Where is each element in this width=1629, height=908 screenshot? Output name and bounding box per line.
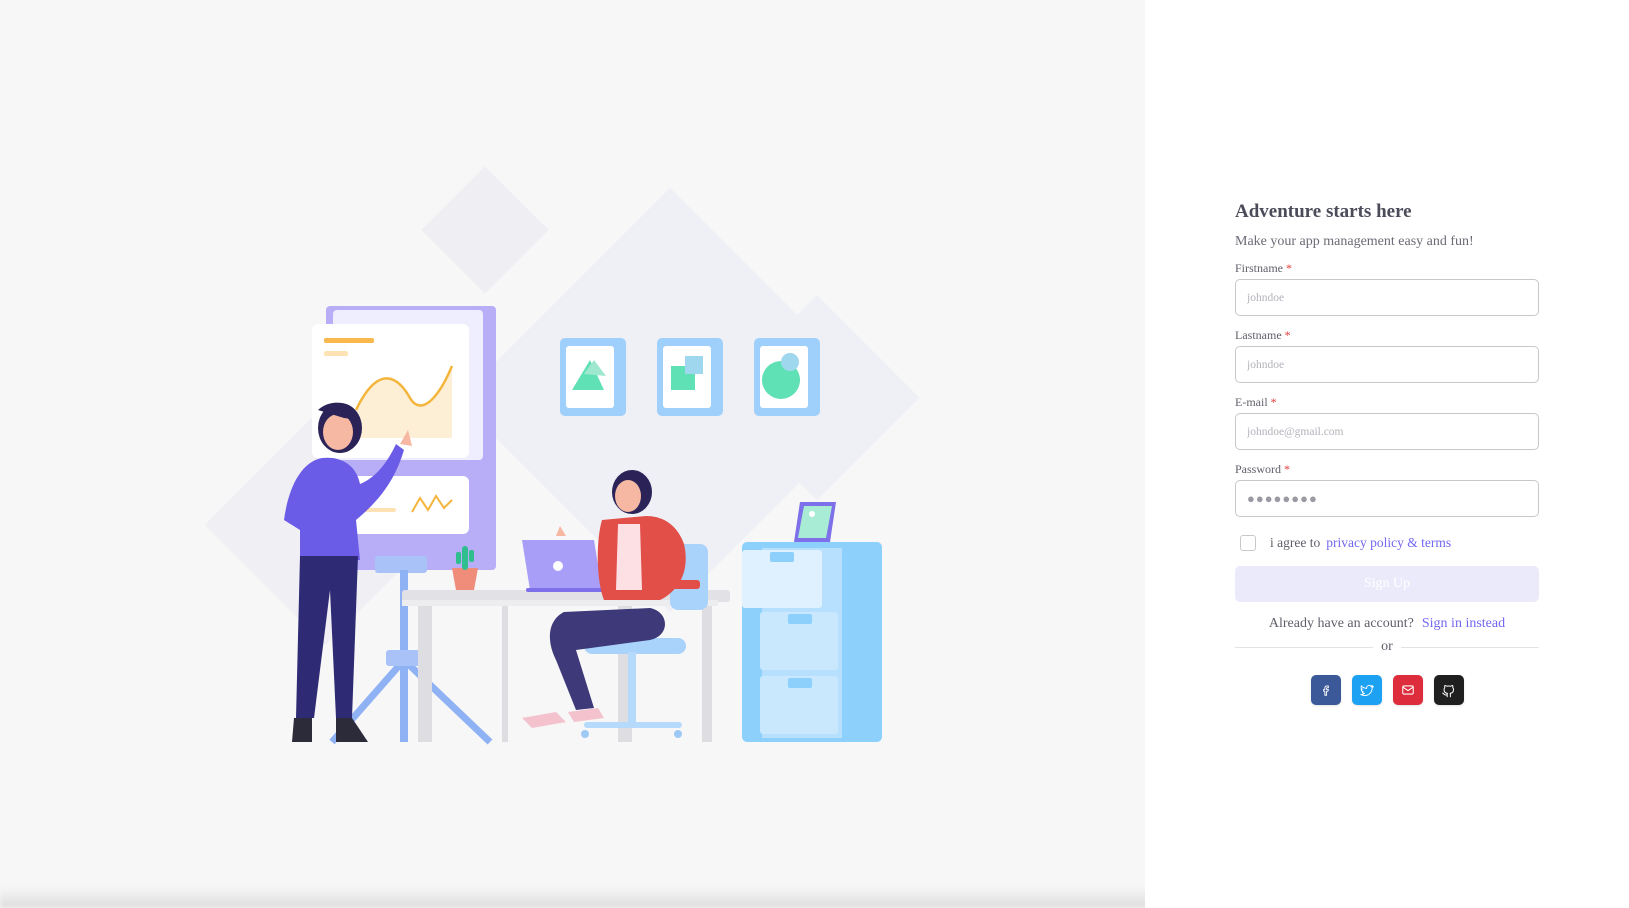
required-mark: * bbox=[1286, 261, 1292, 275]
password-mask: ●●●●●●●● bbox=[1247, 490, 1318, 506]
lastname-input[interactable] bbox=[1235, 346, 1539, 383]
or-divider: or bbox=[1235, 638, 1540, 656]
terms-checkbox[interactable] bbox=[1240, 535, 1256, 551]
privacy-terms-link[interactable]: privacy policy & terms bbox=[1326, 535, 1451, 551]
bottom-shadow bbox=[0, 886, 1145, 908]
lastname-field: Lastname * bbox=[1235, 327, 1539, 383]
illustration-pane bbox=[0, 0, 1145, 908]
github-icon bbox=[1442, 684, 1454, 697]
password-label-text: Password bbox=[1235, 462, 1282, 476]
signin-prompt: Already have an account? Sign in instead bbox=[1235, 616, 1539, 632]
signin-link[interactable]: Sign in instead bbox=[1422, 616, 1505, 631]
mail-icon bbox=[1401, 685, 1414, 695]
email-input[interactable] bbox=[1235, 413, 1539, 450]
facebook-icon bbox=[1322, 685, 1329, 696]
page-title: Adventure starts here bbox=[1235, 201, 1412, 222]
divider-line-left bbox=[1235, 646, 1374, 648]
or-text: or bbox=[1381, 639, 1393, 654]
signup-button[interactable]: Sign Up bbox=[1235, 566, 1539, 602]
social-login-buttons bbox=[1235, 675, 1539, 705]
agree-text: i agree to bbox=[1270, 535, 1321, 550]
firstname-input[interactable] bbox=[1235, 279, 1539, 316]
register-form: Adventure starts here Make your app mana… bbox=[1235, 198, 1540, 705]
divider-line-right bbox=[1400, 646, 1540, 648]
account-text: Already have an account? bbox=[1268, 616, 1414, 631]
email-label: E-mail * bbox=[1235, 394, 1539, 410]
password-input[interactable]: ●●●●●●●● bbox=[1235, 480, 1539, 517]
firstname-label: Firstname * bbox=[1235, 260, 1539, 276]
facebook-button[interactable] bbox=[1310, 675, 1341, 705]
email-field: E-mail * bbox=[1235, 394, 1539, 450]
lastname-label-text: Lastname bbox=[1235, 328, 1282, 342]
required-mark: * bbox=[1270, 395, 1277, 409]
firstname-field: Firstname * bbox=[1235, 260, 1539, 316]
twitter-button[interactable] bbox=[1351, 675, 1382, 705]
required-mark: * bbox=[1284, 328, 1291, 342]
terms-row: i agree to privacy policy & terms bbox=[1235, 533, 1451, 553]
required-mark: * bbox=[1284, 462, 1291, 476]
password-label: Password * bbox=[1235, 461, 1539, 477]
mail-button[interactable] bbox=[1392, 675, 1423, 705]
office-illustration bbox=[204, 166, 920, 745]
register-pane: Adventure starts here Make your app mana… bbox=[1145, 0, 1629, 908]
page-subtitle: Make your app management easy and fun! bbox=[1235, 234, 1474, 249]
twitter-icon bbox=[1360, 684, 1374, 696]
lastname-label: Lastname * bbox=[1235, 327, 1539, 343]
password-field: Password * ●●●●●●●● bbox=[1235, 461, 1539, 517]
firstname-label-text: Firstname bbox=[1235, 261, 1283, 275]
github-button[interactable] bbox=[1433, 675, 1464, 705]
email-label-text: E-mail bbox=[1235, 395, 1268, 409]
